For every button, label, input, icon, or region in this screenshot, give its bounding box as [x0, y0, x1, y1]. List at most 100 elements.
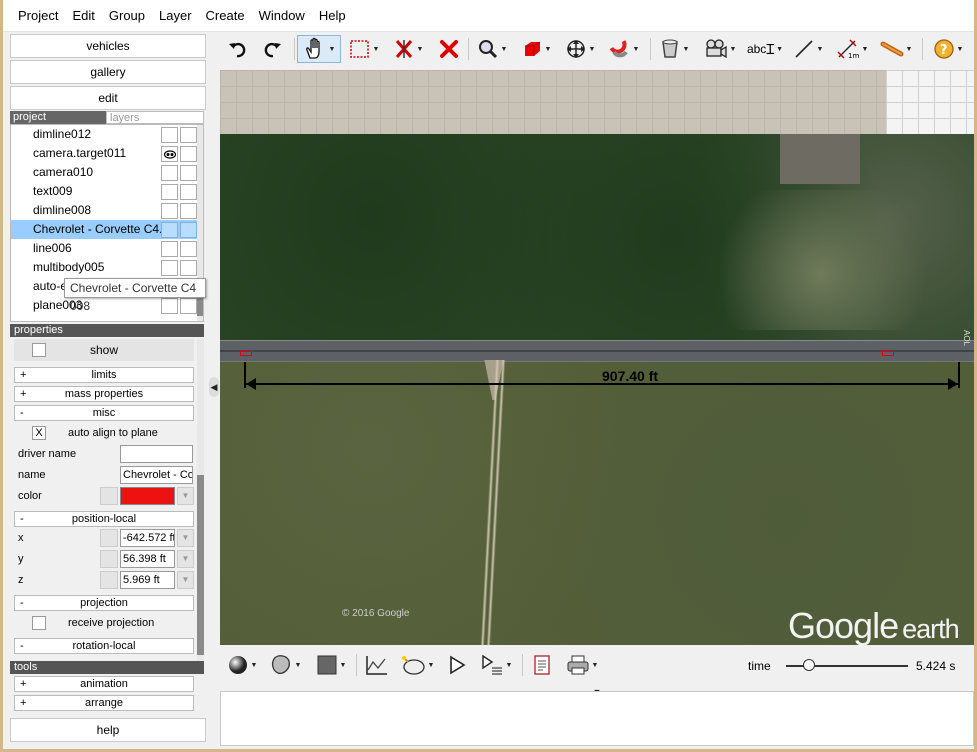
visibility-toggle[interactable]: [161, 165, 178, 181]
time-slider-thumb[interactable]: [803, 659, 816, 671]
scrollbar-thumb[interactable]: [197, 475, 204, 655]
visibility-toggle[interactable]: [161, 241, 178, 257]
lock-toggle[interactable]: [180, 241, 197, 257]
menu-help[interactable]: Help: [312, 0, 353, 32]
undo-icon[interactable]: [226, 35, 250, 63]
lock-toggle[interactable]: [180, 298, 197, 314]
list-item[interactable]: dimline008: [11, 201, 197, 220]
box-icon[interactable]: ▼: [518, 35, 554, 63]
y-reset[interactable]: [100, 550, 118, 568]
dimension-icon[interactable]: 1m ▼: [832, 35, 872, 63]
visibility-toggle[interactable]: [161, 184, 178, 200]
group-position-local[interactable]: - position-local: [14, 511, 194, 527]
help-button[interactable]: help: [10, 718, 206, 742]
dimension-label[interactable]: 907.40 ft: [602, 368, 658, 384]
list-item[interactable]: camera010: [11, 163, 197, 182]
material-icon[interactable]: ▼: [312, 651, 350, 679]
lock-toggle[interactable]: [180, 222, 197, 238]
group-rotation-local[interactable]: - rotation-local: [14, 638, 194, 654]
report-icon[interactable]: [528, 651, 556, 679]
menu-layer[interactable]: Layer: [152, 0, 199, 32]
y-dropdown[interactable]: ▼: [177, 550, 194, 568]
camera-icon[interactable]: ▼: [700, 35, 740, 63]
properties-scrollbar[interactable]: [197, 339, 204, 661]
measure-icon[interactable]: ▼: [876, 35, 916, 63]
select-rectangle-icon[interactable]: ▼: [346, 35, 382, 63]
shape-icon[interactable]: ▼: [266, 651, 304, 679]
line-icon[interactable]: ▼: [790, 35, 826, 63]
zoom-icon[interactable]: ▼: [474, 35, 510, 63]
text-icon[interactable]: abc Ɪ ▼: [746, 35, 784, 63]
visibility-toggle[interactable]: [161, 146, 178, 162]
gallery-button[interactable]: gallery: [10, 60, 206, 84]
visibility-toggle[interactable]: [161, 127, 178, 143]
color-swatch[interactable]: [120, 487, 175, 505]
delete-icon[interactable]: [436, 35, 462, 63]
menu-project[interactable]: Project: [11, 0, 65, 32]
graph-icon[interactable]: [362, 651, 392, 679]
color-reset[interactable]: [100, 487, 118, 505]
visibility-toggle[interactable]: [161, 298, 178, 314]
list-item[interactable]: multibody005: [11, 258, 197, 277]
tab-layers[interactable]: layers: [106, 111, 204, 124]
list-item[interactable]: dimline012: [11, 125, 197, 144]
sphere-icon[interactable]: ▼: [224, 651, 260, 679]
bucket-icon[interactable]: ▼: [656, 35, 692, 63]
move-icon[interactable]: ▼: [562, 35, 598, 63]
3d-viewport[interactable]: 907.40 ft AOL © 2016 Google Google earth: [220, 70, 974, 645]
visibility-toggle[interactable]: [161, 260, 178, 276]
print-icon[interactable]: ▼: [562, 651, 602, 679]
lock-toggle[interactable]: [180, 260, 197, 276]
menu-edit[interactable]: Edit: [65, 0, 101, 32]
menu-group[interactable]: Group: [102, 0, 152, 32]
show-row[interactable]: show: [14, 339, 194, 361]
lock-toggle[interactable]: [180, 184, 197, 200]
redo-icon[interactable]: [260, 35, 284, 63]
lock-toggle[interactable]: [180, 127, 197, 143]
receive-projection-checkbox[interactable]: [32, 616, 46, 630]
play-icon[interactable]: [444, 651, 470, 679]
group-misc[interactable]: - misc: [14, 405, 194, 421]
visibility-toggle[interactable]: [161, 203, 178, 219]
simulate-icon[interactable]: ▼: [396, 651, 438, 679]
help-icon[interactable]: ? ▼: [930, 35, 966, 63]
cut-icon[interactable]: ▼: [390, 35, 426, 63]
edit-button[interactable]: edit: [10, 86, 206, 110]
group-limits[interactable]: + limits: [14, 367, 194, 383]
menu-create[interactable]: Create: [199, 0, 252, 32]
panel-splitter[interactable]: ◀: [207, 32, 219, 748]
name-field[interactable]: Chevrolet - Corvette C4 008: [120, 466, 193, 484]
list-item-selected[interactable]: Chevrolet - Corvette C4...: [11, 220, 197, 239]
show-checkbox[interactable]: [32, 343, 46, 357]
vehicle-marker[interactable]: [882, 350, 894, 356]
list-item[interactable]: text009: [11, 182, 197, 201]
list-item[interactable]: plane003: [11, 296, 197, 315]
group-animation[interactable]: + animation: [14, 676, 194, 692]
color-dropdown[interactable]: ▼: [177, 487, 194, 505]
lock-toggle[interactable]: [180, 146, 197, 162]
menu-window[interactable]: Window: [252, 0, 312, 32]
x-dropdown[interactable]: ▼: [177, 529, 194, 547]
y-field[interactable]: 56.398 ft: [120, 550, 175, 568]
play-settings-icon[interactable]: ▼: [476, 651, 516, 679]
hand-icon[interactable]: ▼: [297, 35, 341, 63]
collapse-panel-icon[interactable]: ◀: [209, 377, 219, 397]
vehicles-button[interactable]: vehicles: [10, 34, 206, 58]
lock-toggle[interactable]: [180, 165, 197, 181]
list-item[interactable]: line006: [11, 239, 197, 258]
auto-align-checkbox[interactable]: X: [32, 426, 46, 440]
tab-project[interactable]: project: [10, 111, 106, 124]
lock-toggle[interactable]: [180, 203, 197, 219]
group-projection[interactable]: - projection: [14, 595, 194, 611]
group-mass-properties[interactable]: + mass properties: [14, 386, 194, 402]
x-field[interactable]: -642.572 ft: [120, 529, 175, 547]
x-reset[interactable]: [100, 529, 118, 547]
group-arrange[interactable]: + arrange: [14, 695, 194, 711]
z-field[interactable]: 5.969 ft: [120, 571, 175, 589]
vehicle-marker[interactable]: [240, 350, 252, 356]
console-panel[interactable]: [220, 691, 974, 746]
visibility-toggle[interactable]: [161, 222, 178, 238]
driver-name-field[interactable]: [120, 445, 193, 463]
magnet-icon[interactable]: ▼: [606, 35, 642, 63]
z-reset[interactable]: [100, 571, 118, 589]
